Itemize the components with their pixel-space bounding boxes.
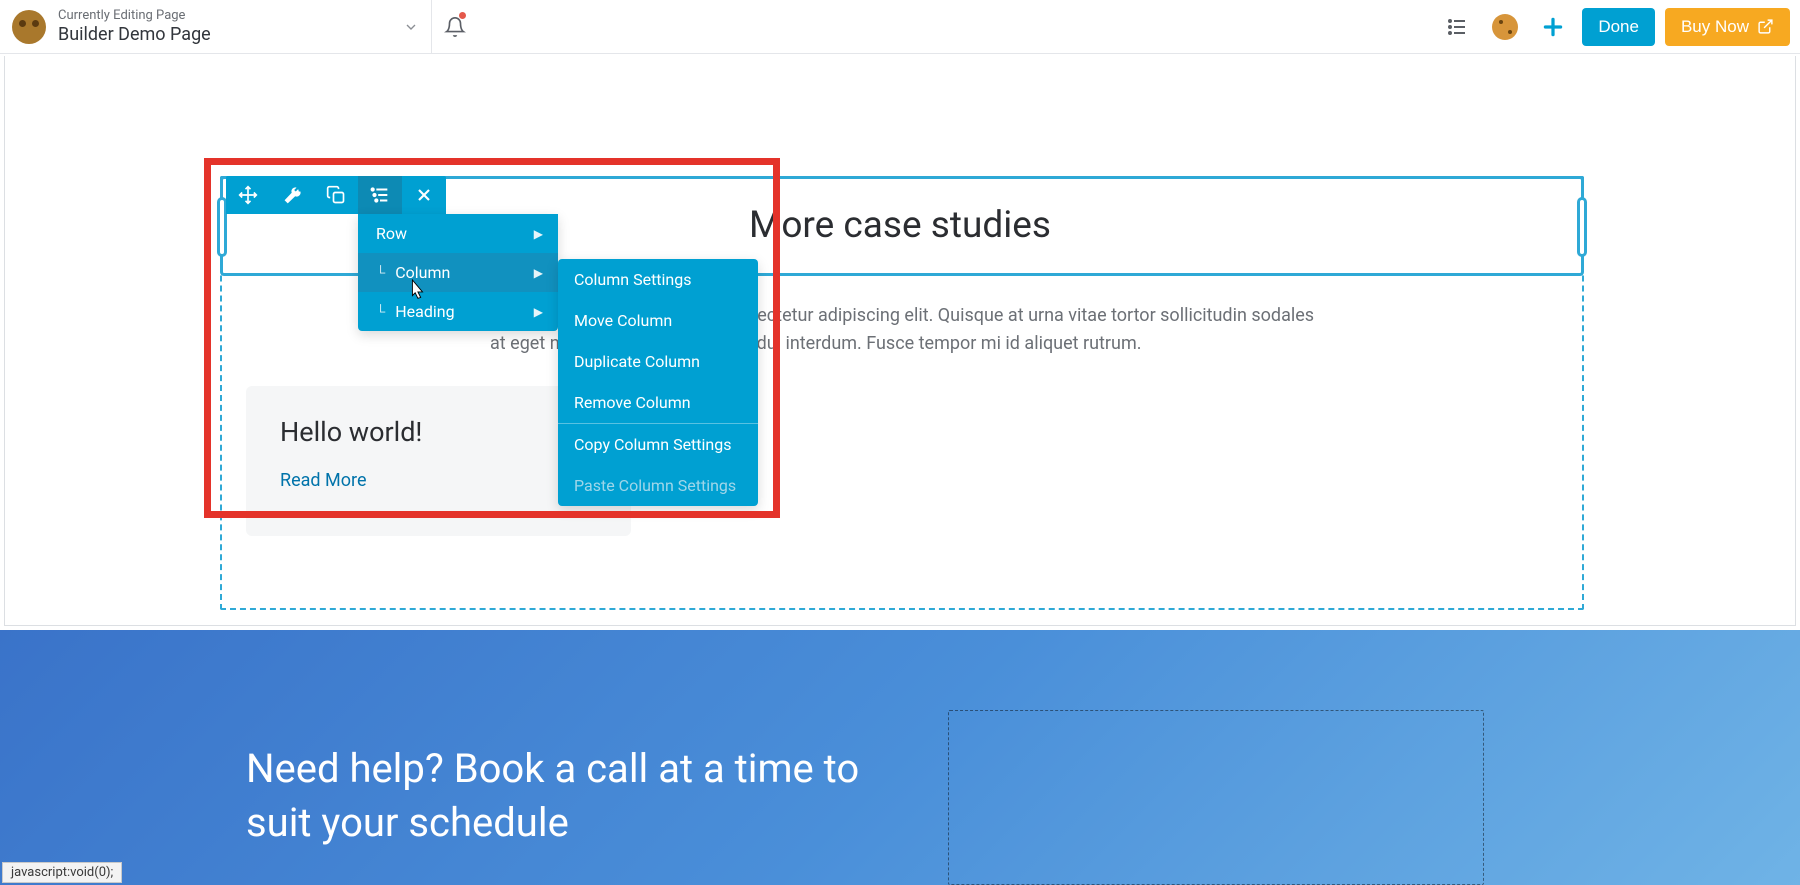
- done-button[interactable]: Done: [1582, 8, 1655, 46]
- title-dropdown-button[interactable]: [391, 0, 431, 54]
- breadcrumb-button[interactable]: [358, 176, 402, 214]
- bell-icon: [444, 16, 466, 38]
- chevron-right-icon: ▶: [534, 227, 543, 241]
- wrench-icon: [283, 186, 302, 205]
- breadcrumb-item-column[interactable]: └Column ▶: [358, 253, 558, 292]
- editing-context-label: Currently Editing Page: [58, 8, 211, 24]
- post-card-link[interactable]: Read More: [280, 470, 367, 491]
- tree-branch-icon: └: [376, 265, 385, 281]
- close-icon: [414, 185, 434, 205]
- done-button-label: Done: [1598, 17, 1639, 37]
- menu-item-column-settings[interactable]: Column Settings: [558, 259, 758, 300]
- cta-section[interactable]: Need help? Book a call at a time to suit…: [0, 630, 1800, 885]
- menu-item-duplicate-column[interactable]: Duplicate Column: [558, 341, 758, 382]
- outline-list-icon: [1445, 15, 1469, 39]
- cookie-icon: [1492, 14, 1518, 40]
- top-bar: Currently Editing Page Builder Demo Page…: [0, 0, 1800, 54]
- breadcrumb-item-label: Heading: [395, 302, 454, 321]
- move-icon: [238, 185, 258, 205]
- menu-item-copy-column-settings[interactable]: Copy Column Settings: [558, 424, 758, 465]
- copy-icon: [326, 185, 346, 205]
- list-tree-icon: [369, 184, 391, 206]
- tree-branch-icon: └: [376, 304, 385, 320]
- top-bar-left: Currently Editing Page Builder Demo Page: [0, 0, 478, 53]
- column-actions-menu: Column Settings Move Column Duplicate Co…: [558, 259, 758, 506]
- move-handle[interactable]: [226, 176, 270, 214]
- embed-placeholder[interactable]: [948, 710, 1484, 885]
- menu-item-move-column[interactable]: Move Column: [558, 300, 758, 341]
- buy-now-button[interactable]: Buy Now: [1665, 8, 1790, 46]
- external-link-icon: [1757, 18, 1774, 35]
- page-title-block[interactable]: Currently Editing Page Builder Demo Page: [58, 8, 391, 45]
- breadcrumb-item-row[interactable]: Row ▶: [358, 214, 558, 253]
- chevron-right-icon: ▶: [534, 266, 543, 280]
- settings-button[interactable]: [270, 176, 314, 214]
- breadcrumb-item-heading[interactable]: └ Heading ▶: [358, 292, 558, 331]
- remove-button[interactable]: [402, 176, 446, 214]
- post-card-title: Hello world!: [280, 416, 597, 448]
- beaver-logo-icon: [12, 10, 46, 44]
- outline-panel-button[interactable]: [1438, 8, 1476, 46]
- logo-button[interactable]: [0, 0, 58, 54]
- node-toolbar: [226, 176, 446, 214]
- notifications-button[interactable]: [432, 0, 478, 54]
- chevron-down-icon: [403, 19, 419, 35]
- breadcrumb-menu: Row ▶ └Column ▶ └ Heading ▶: [358, 214, 558, 331]
- plus-icon: [1540, 14, 1566, 40]
- cta-heading: Need help? Book a call at a time to suit…: [246, 742, 906, 850]
- breadcrumb-item-label: Row: [376, 224, 407, 243]
- page-title: Builder Demo Page: [58, 24, 211, 46]
- top-bar-right: Done Buy Now: [1438, 8, 1790, 46]
- add-content-button[interactable]: [1534, 8, 1572, 46]
- buy-now-label: Buy Now: [1681, 17, 1749, 37]
- browser-status-bar: javascript:void(0);: [2, 862, 122, 883]
- assistant-button[interactable]: [1486, 8, 1524, 46]
- notification-dot-icon: [459, 12, 466, 19]
- duplicate-button[interactable]: [314, 176, 358, 214]
- cursor-pointer-icon: [406, 278, 428, 304]
- menu-item-remove-column[interactable]: Remove Column: [558, 382, 758, 423]
- menu-item-paste-column-settings: Paste Column Settings: [558, 465, 758, 506]
- chevron-right-icon: ▶: [534, 305, 543, 319]
